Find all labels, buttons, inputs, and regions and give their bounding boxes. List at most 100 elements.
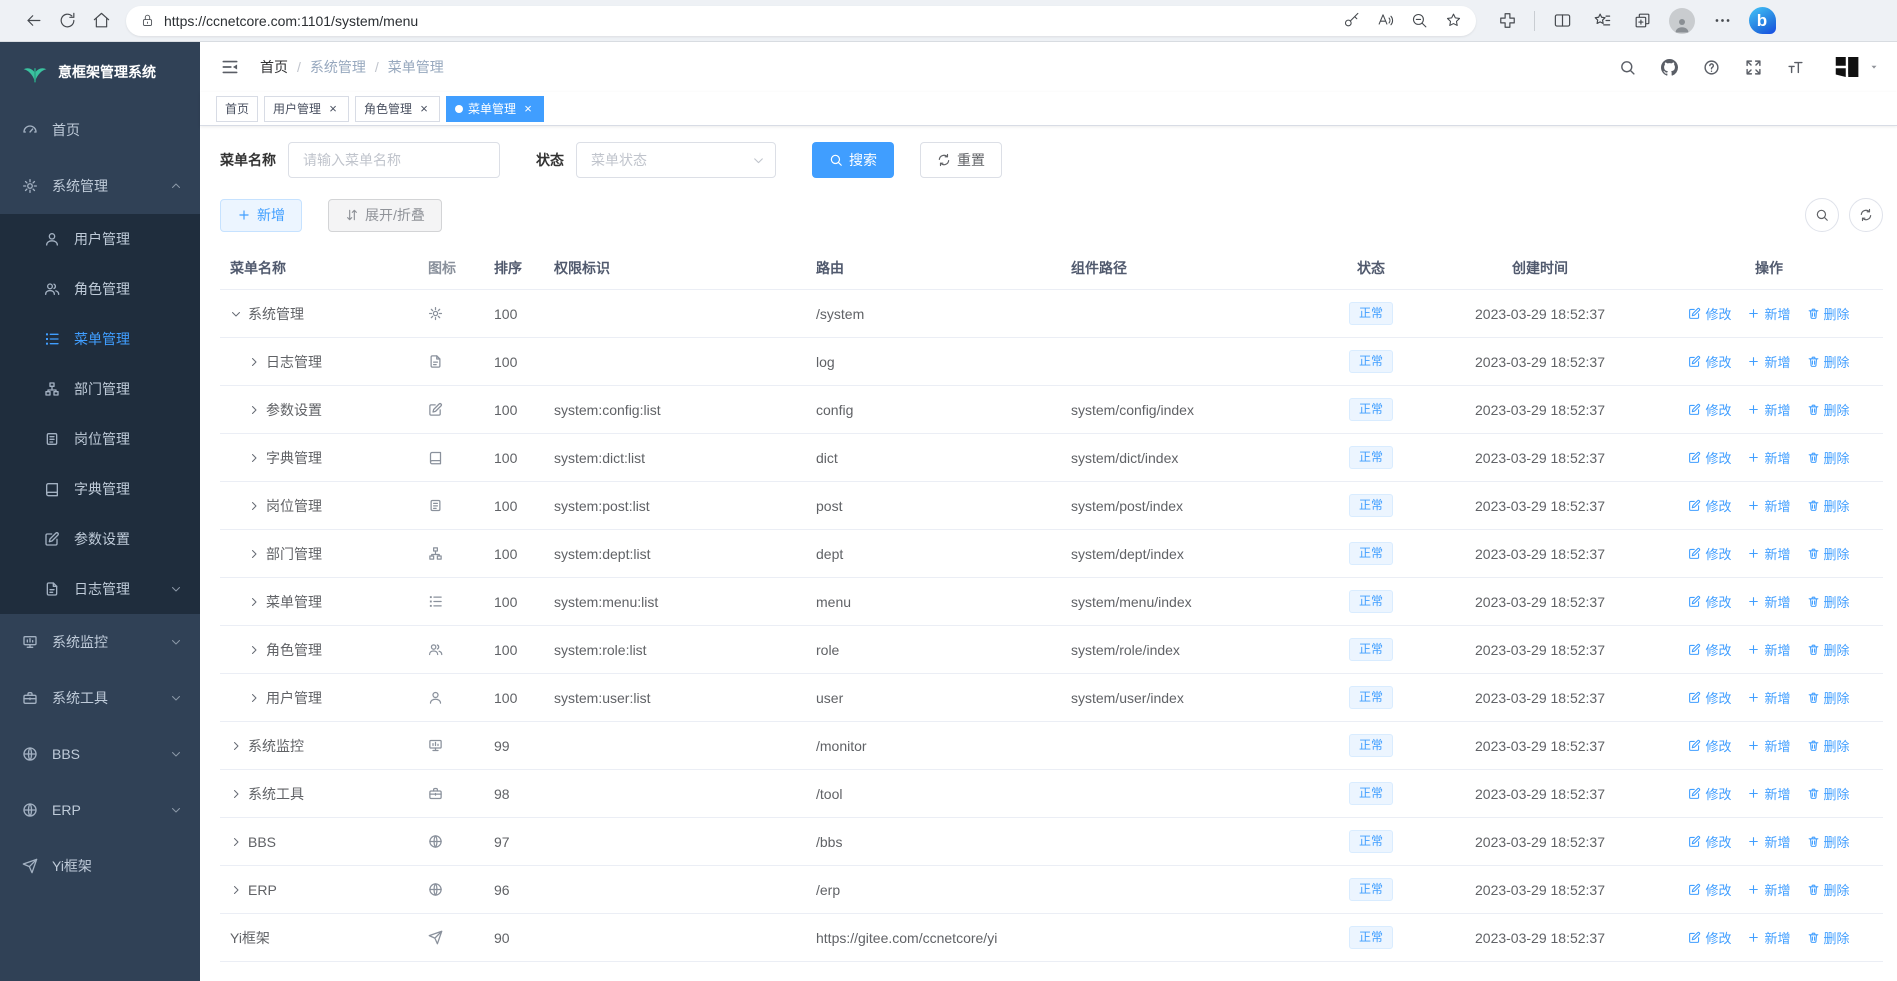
reset-button[interactable]: 重置	[920, 142, 1002, 178]
header-search-icon[interactable]	[1616, 56, 1638, 78]
toggle-search-button[interactable]	[1805, 198, 1839, 232]
edit-action[interactable]: 修改	[1688, 736, 1731, 755]
row-expand-toggle[interactable]	[248, 691, 266, 705]
sidebar-item-7[interactable]: 字典管理	[0, 464, 200, 514]
delete-action[interactable]: 删除	[1807, 544, 1850, 563]
favorites-hub-icon[interactable]	[1585, 4, 1619, 38]
sidebar-item-0[interactable]: 首页	[0, 102, 200, 158]
edit-action[interactable]: 修改	[1688, 880, 1731, 899]
extensions-icon[interactable]	[1490, 4, 1524, 38]
row-expand-toggle[interactable]	[248, 355, 266, 369]
reload-icon[interactable]	[50, 4, 84, 38]
user-menu[interactable]	[1832, 52, 1879, 82]
add-action[interactable]: 新增	[1747, 832, 1791, 851]
edit-action[interactable]: 修改	[1688, 304, 1731, 323]
fold-menu-icon[interactable]	[218, 55, 242, 79]
expand-collapse-button[interactable]: 展开/折叠	[328, 198, 442, 232]
edit-action[interactable]: 修改	[1688, 592, 1731, 611]
add-action[interactable]: 新增	[1747, 928, 1791, 947]
back-icon[interactable]	[16, 4, 50, 38]
add-button[interactable]: 新增	[220, 198, 302, 232]
delete-action[interactable]: 删除	[1807, 400, 1850, 419]
edit-action[interactable]: 修改	[1688, 448, 1731, 467]
sidebar-item-10[interactable]: 系统监控	[0, 614, 200, 670]
add-action[interactable]: 新增	[1747, 736, 1791, 755]
delete-action[interactable]: 删除	[1807, 688, 1850, 707]
tab-2[interactable]: 角色管理 ×	[355, 95, 441, 122]
read-aloud-icon[interactable]	[1370, 6, 1400, 36]
tab-close-icon[interactable]: ×	[417, 102, 431, 116]
delete-action[interactable]: 删除	[1807, 832, 1850, 851]
sidebar-item-12[interactable]: BBS	[0, 726, 200, 782]
more-settings-icon[interactable]	[1705, 4, 1739, 38]
github-icon[interactable]	[1658, 56, 1680, 78]
sidebar-item-2[interactable]: 用户管理	[0, 214, 200, 264]
sidebar-item-6[interactable]: 岗位管理	[0, 414, 200, 464]
question-help-icon[interactable]	[1700, 56, 1722, 78]
bing-chat-icon[interactable]: b	[1745, 4, 1779, 38]
address-bar[interactable]: https://ccnetcore.com:1101/system/menu	[126, 5, 1476, 36]
add-action[interactable]: 新增	[1747, 784, 1791, 803]
favorite-star-icon[interactable]	[1438, 6, 1468, 36]
url-text[interactable]: https://ccnetcore.com:1101/system/menu	[164, 13, 1336, 29]
refresh-table-button[interactable]	[1849, 198, 1883, 232]
split-screen-icon[interactable]	[1545, 4, 1579, 38]
add-action[interactable]: 新增	[1747, 448, 1791, 467]
delete-action[interactable]: 删除	[1807, 352, 1850, 371]
delete-action[interactable]: 删除	[1807, 592, 1850, 611]
menu-name-input[interactable]	[288, 142, 500, 178]
row-expand-toggle[interactable]	[248, 451, 266, 465]
edit-action[interactable]: 修改	[1688, 352, 1731, 371]
sidebar-item-11[interactable]: 系统工具	[0, 670, 200, 726]
tab-close-icon[interactable]: ×	[326, 102, 340, 116]
tab-0[interactable]: 首页	[216, 95, 259, 122]
delete-action[interactable]: 删除	[1807, 784, 1850, 803]
row-expand-toggle[interactable]	[230, 883, 248, 897]
sidebar-item-1[interactable]: 系统管理	[0, 158, 200, 214]
edit-action[interactable]: 修改	[1688, 544, 1731, 563]
app-logo[interactable]: 意框架管理系统	[0, 42, 200, 102]
edit-action[interactable]: 修改	[1688, 784, 1731, 803]
add-action[interactable]: 新增	[1747, 352, 1791, 371]
status-select[interactable]: 菜单状态	[576, 142, 776, 178]
add-action[interactable]: 新增	[1747, 640, 1791, 659]
sidebar-item-5[interactable]: 部门管理	[0, 364, 200, 414]
tab-1[interactable]: 用户管理 ×	[264, 95, 350, 122]
breadcrumb-item[interactable]: 系统管理	[310, 57, 366, 77]
delete-action[interactable]: 删除	[1807, 928, 1850, 947]
edit-action[interactable]: 修改	[1688, 688, 1731, 707]
row-expand-toggle[interactable]	[230, 307, 248, 321]
profile-avatar-icon[interactable]	[1665, 4, 1699, 38]
sidebar-item-13[interactable]: ERP	[0, 782, 200, 838]
row-expand-toggle[interactable]	[230, 739, 248, 753]
sidebar-item-9[interactable]: 日志管理	[0, 564, 200, 614]
delete-action[interactable]: 删除	[1807, 448, 1850, 467]
row-expand-toggle[interactable]	[230, 835, 248, 849]
edit-action[interactable]: 修改	[1688, 400, 1731, 419]
breadcrumb-item[interactable]: 菜单管理	[388, 57, 444, 77]
delete-action[interactable]: 删除	[1807, 496, 1850, 515]
row-expand-toggle[interactable]	[248, 547, 266, 561]
edit-action[interactable]: 修改	[1688, 496, 1731, 515]
add-action[interactable]: 新增	[1747, 496, 1791, 515]
sidebar-item-14[interactable]: Yi框架	[0, 838, 200, 894]
add-action[interactable]: 新增	[1747, 400, 1791, 419]
add-action[interactable]: 新增	[1747, 544, 1791, 563]
breadcrumb-item[interactable]: 首页	[260, 57, 288, 77]
add-action[interactable]: 新增	[1747, 592, 1791, 611]
edit-action[interactable]: 修改	[1688, 832, 1731, 851]
delete-action[interactable]: 删除	[1807, 640, 1850, 659]
font-size-icon[interactable]	[1784, 56, 1806, 78]
sidebar-item-4[interactable]: 菜单管理	[0, 314, 200, 364]
sidebar-item-8[interactable]: 参数设置	[0, 514, 200, 564]
zoom-out-icon[interactable]	[1404, 6, 1434, 36]
fullscreen-icon[interactable]	[1742, 56, 1764, 78]
home-icon[interactable]	[84, 4, 118, 38]
row-expand-toggle[interactable]	[248, 643, 266, 657]
add-action[interactable]: 新增	[1747, 688, 1791, 707]
search-button[interactable]: 搜索	[812, 142, 894, 178]
tab-close-icon[interactable]: ×	[521, 102, 535, 116]
row-expand-toggle[interactable]	[248, 595, 266, 609]
delete-action[interactable]: 删除	[1807, 304, 1850, 323]
delete-action[interactable]: 删除	[1807, 880, 1850, 899]
